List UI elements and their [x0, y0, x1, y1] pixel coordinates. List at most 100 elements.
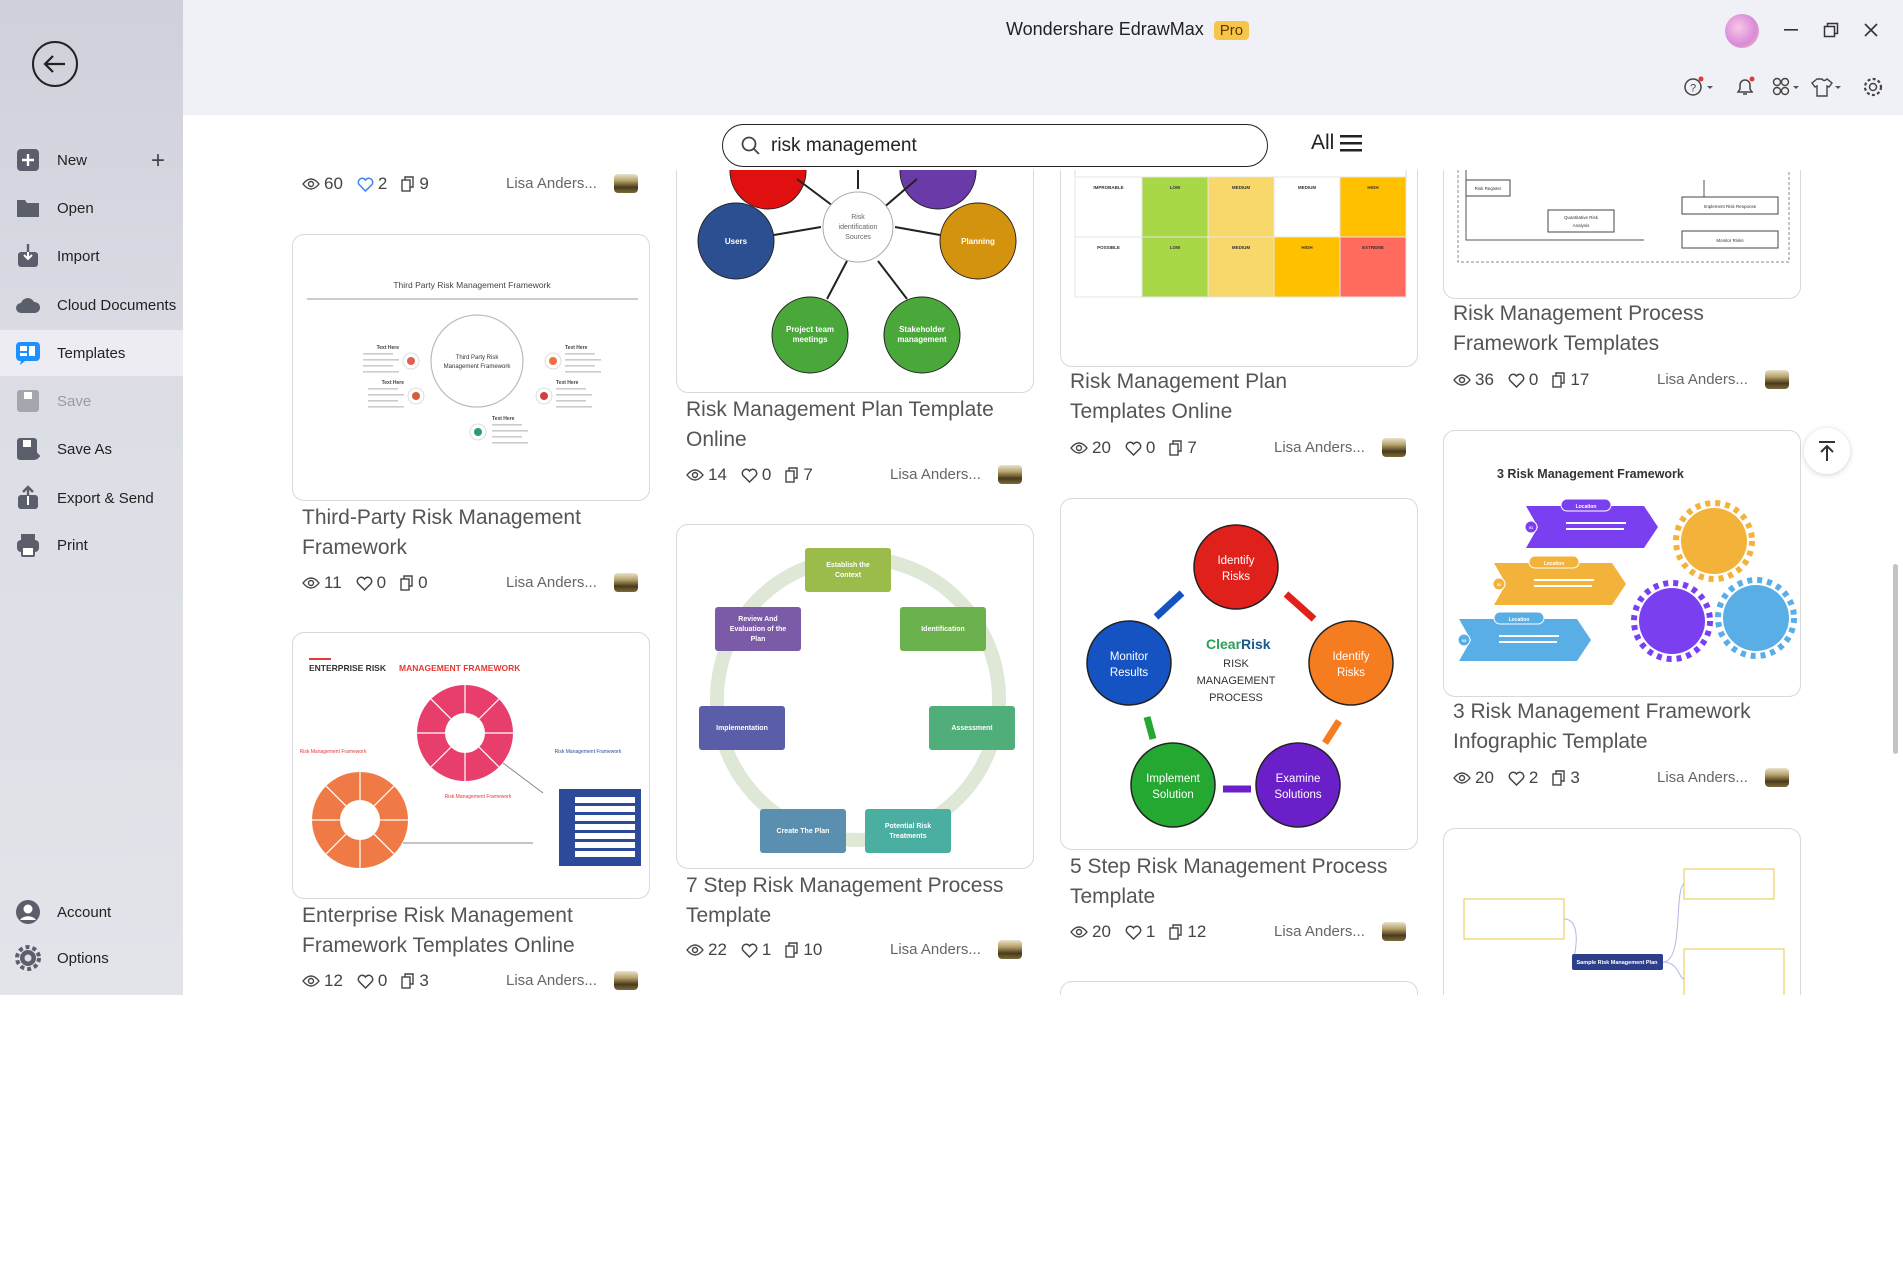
sidebar-item-print[interactable]: Print [0, 522, 183, 568]
template-title[interactable]: Risk Management Process Framework Templat… [1453, 299, 1798, 359]
author-avatar[interactable] [998, 940, 1022, 959]
gear-icon[interactable] [1861, 76, 1885, 98]
template-thumbnail[interactable]: Third Party Risk Management Framework Thi… [292, 234, 650, 501]
thumb-label: MEDIUM [1232, 185, 1250, 190]
sidebar-item-save[interactable]: Save [0, 378, 183, 424]
apps-icon[interactable] [1771, 76, 1803, 98]
scroll-to-top-button[interactable] [1804, 428, 1850, 474]
stat-count: 11 [324, 573, 342, 592]
author-avatar[interactable] [1765, 370, 1789, 389]
stat-count: 0 [418, 573, 428, 592]
scrollbar-thumb[interactable] [1893, 564, 1898, 754]
likes-stat[interactable]: 0 [356, 573, 386, 593]
diagram-node [540, 392, 548, 400]
clearrisk-logo: Risk [1241, 636, 1271, 652]
author-name[interactable]: Lisa Anders... [506, 972, 597, 989]
template-title[interactable]: 7 Step Risk Management Process Template [686, 871, 1031, 931]
author-avatar[interactable] [1382, 922, 1406, 941]
arrow-shape [1459, 619, 1591, 661]
eye-icon [1453, 771, 1471, 785]
likes-stat[interactable]: 1 [1125, 922, 1155, 942]
author-name[interactable]: Lisa Anders... [506, 574, 597, 591]
likes-stat[interactable]: 2 [357, 174, 387, 194]
thumb-label: 03 [1462, 638, 1467, 643]
sidebar-item-cloud-documents[interactable]: Cloud Documents [0, 282, 183, 328]
sidebar-item-label: Save [57, 392, 92, 410]
thumb-label: Context [835, 572, 862, 579]
close-icon[interactable] [1861, 18, 1881, 42]
sidebar-item-save-as[interactable]: Save As [0, 426, 183, 472]
likes-stat[interactable]: 0 [1508, 370, 1538, 390]
sidebar-item-export-send[interactable]: Export & Send [0, 475, 183, 521]
sidebar-item-options[interactable]: Options [0, 935, 183, 981]
sidebar-item-label: Print [57, 536, 88, 554]
template-thumbnail[interactable] [1060, 981, 1418, 995]
heart-icon [356, 576, 373, 591]
sidebar-item-new[interactable]: New + [0, 137, 183, 183]
author-name[interactable]: Lisa Anders... [506, 175, 597, 192]
template-thumbnail[interactable]: Establish the Context Identification Assess… [676, 524, 1034, 869]
template-thumbnail[interactable]: 3 Risk Management Framework Location 01 Loc… [1443, 430, 1801, 697]
new-plus-icon[interactable]: + [151, 147, 165, 175]
author-name[interactable]: Lisa Anders... [1274, 439, 1365, 456]
author-avatar[interactable] [614, 573, 638, 592]
sidebar-item-import[interactable]: Import [0, 233, 183, 279]
thumb-label: Solutions [1274, 789, 1322, 801]
filter-all-button[interactable]: All [1311, 131, 1363, 155]
restore-icon[interactable] [1821, 18, 1841, 42]
sidebar-item-templates[interactable]: Templates [0, 330, 183, 376]
template-title[interactable]: Third-Party Risk Management Framework [302, 503, 647, 563]
author-name[interactable]: Lisa Anders... [1657, 371, 1748, 388]
bell-icon[interactable] [1733, 76, 1757, 98]
avatar[interactable] [1725, 14, 1759, 48]
placeholder-text [363, 359, 399, 361]
template-title[interactable]: 3 Risk Management Framework Infographic T… [1453, 697, 1798, 757]
likes-stat[interactable]: 2 [1508, 768, 1538, 788]
author-name[interactable]: Lisa Anders... [1657, 769, 1748, 786]
author-avatar[interactable] [1382, 438, 1406, 457]
diagram-heading: MANAGEMENT FRAMEWORK [399, 663, 521, 673]
eye-icon [302, 974, 320, 988]
sidebar-item-open[interactable]: Open [0, 185, 183, 231]
copies-stat: 9 [401, 174, 429, 194]
author-name[interactable]: Lisa Anders... [890, 941, 981, 958]
back-button[interactable] [32, 41, 78, 87]
template-title[interactable]: 5 Step Risk Management Process Template [1070, 852, 1415, 912]
author-avatar[interactable] [998, 465, 1022, 484]
thumb-label: Management Framework [444, 364, 512, 370]
author-avatar[interactable] [614, 971, 638, 990]
template-thumbnail[interactable]: Identify Risks Identify Risks Examine Solutio… [1060, 498, 1418, 850]
placeholder-text [565, 371, 601, 373]
copy-icon [400, 575, 414, 591]
author-name[interactable]: Lisa Anders... [890, 466, 981, 483]
sidebar-item-account[interactable]: Account [0, 889, 183, 935]
likes-stat[interactable]: 0 [1125, 438, 1155, 458]
template-title[interactable]: Enterprise Risk Management Framework Temp… [302, 901, 647, 961]
author-avatar[interactable] [1765, 768, 1789, 787]
author-avatar[interactable] [614, 174, 638, 193]
diagram-node [412, 392, 420, 400]
likes-stat[interactable]: 0 [357, 971, 387, 991]
stat-count: 20 [1092, 438, 1111, 457]
template-thumbnail[interactable]: Sample Risk Management Plan [1443, 828, 1801, 995]
diagram-heading: Third Party Risk Management Framework [393, 280, 551, 290]
template-title[interactable]: Risk Management Plan Template Online [686, 395, 1031, 455]
thumb-label: Assessment [951, 725, 993, 732]
search-box[interactable] [722, 124, 1268, 167]
author-name[interactable]: Lisa Anders... [1274, 923, 1365, 940]
help-icon[interactable]: ? [1683, 76, 1715, 98]
stat-count: 20 [1475, 768, 1494, 787]
placeholder-text [492, 430, 528, 432]
copies-stat: 10 [785, 940, 822, 960]
thumb-label: MANAGEMENT [1197, 675, 1276, 687]
minimize-icon[interactable] [1781, 18, 1801, 42]
placeholder-text [565, 365, 595, 367]
template-title[interactable]: Risk Management Plan Templates Online [1070, 367, 1415, 427]
shirt-icon[interactable] [1811, 76, 1843, 98]
likes-stat[interactable]: 0 [741, 465, 771, 485]
template-thumbnail[interactable]: ENTERPRISE RISK MANAGEMENT FRAMEWORK Risk… [292, 632, 650, 899]
panel-row [575, 833, 635, 839]
diagram-node [430, 314, 524, 408]
likes-stat[interactable]: 1 [741, 940, 771, 960]
search-input[interactable] [771, 134, 1231, 157]
